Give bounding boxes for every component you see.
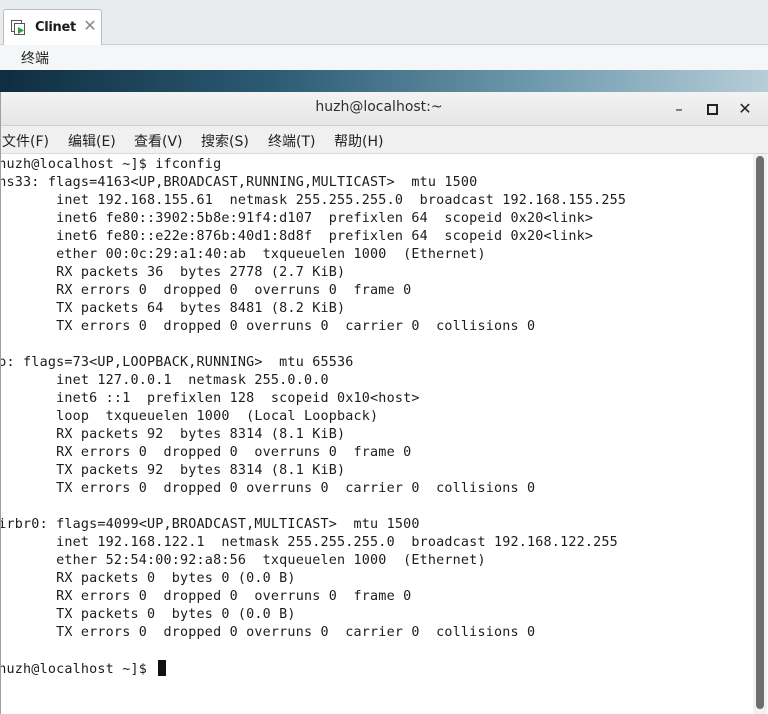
menu-view[interactable]: 查看(V)	[134, 131, 183, 151]
terminal-line: inet 192.168.155.61 netmask 255.255.255.…	[1, 193, 627, 208]
terminal-output[interactable]: [huzh@localhost ~]$ ifconfig ens33: flags…	[1, 154, 753, 714]
menu-file[interactable]: 文件(F)	[2, 131, 49, 151]
terminal-line: ether 00:0c:29:a1:40:ab txqueuelen 1000 …	[1, 247, 486, 262]
desktop-background	[0, 70, 768, 92]
terminal-line: inet 127.0.0.1 netmask 255.0.0.0	[1, 373, 329, 388]
terminal-menu-bar: 文件(F) 编辑(E) 查看(V) 搜索(S) 终端(T) 帮助(H)	[1, 126, 768, 154]
scrollbar-thumb[interactable]	[756, 156, 764, 709]
menu-edit[interactable]: 编辑(E)	[68, 131, 116, 151]
terminal-line: inet6 ::1 prefixlen 128 scopeid 0x10<hos…	[1, 391, 420, 406]
close-icon[interactable]: ✕	[732, 96, 758, 122]
terminal-line: TX packets 64 bytes 8481 (8.2 KiB)	[1, 301, 346, 316]
vertical-scrollbar[interactable]	[753, 154, 767, 714]
terminal-line: TX packets 92 bytes 8314 (8.1 KiB)	[1, 463, 346, 478]
terminal-line: virbr0: flags=4099<UP,BROADCAST,MULTICAS…	[1, 517, 420, 532]
menu-help[interactable]: 帮助(H)	[334, 131, 383, 151]
terminal-line: RX packets 0 bytes 0 (0.0 B)	[1, 571, 296, 586]
terminal-line: RX errors 0 dropped 0 overruns 0 frame 0	[1, 589, 412, 604]
terminal-line: ether 52:54:00:92:a8:56 txqueuelen 1000 …	[1, 553, 486, 568]
terminal-line: ens33: flags=4163<UP,BROADCAST,RUNNING,M…	[1, 175, 478, 190]
terminal-line: TX errors 0 dropped 0 overruns 0 carrier…	[1, 319, 536, 334]
tab-close-icon[interactable]: ✕	[81, 16, 99, 36]
terminal-line: RX errors 0 dropped 0 overruns 0 frame 0	[1, 283, 412, 298]
terminal-line: inet 192.168.122.1 netmask 255.255.255.0…	[1, 535, 618, 550]
terminal-app-icon	[11, 20, 27, 36]
menu-terminal-t[interactable]: 终端(T)	[268, 131, 315, 151]
menu-terminal[interactable]: 终端	[21, 48, 49, 68]
terminal-line: RX errors 0 dropped 0 overruns 0 frame 0	[1, 445, 412, 460]
outer-tab-bar: Clinet ✕	[0, 0, 768, 45]
terminal-line: TX errors 0 dropped 0 overruns 0 carrier…	[1, 625, 536, 640]
tab-label: Clinet	[35, 20, 76, 35]
terminal-line: inet6 fe80::3902:5b8e:91f4:d107 prefixle…	[1, 211, 594, 226]
terminal-line: TX packets 0 bytes 0 (0.0 B)	[1, 607, 296, 622]
terminal-line: TX errors 0 dropped 0 overruns 0 carrier…	[1, 481, 536, 496]
block-cursor	[158, 660, 167, 676]
terminal-line: RX packets 36 bytes 2778 (2.7 KiB)	[1, 265, 346, 280]
terminal-line: [huzh@localhost ~]$	[1, 660, 167, 678]
terminal-line: loop txqueuelen 1000 (Local Loopback)	[1, 409, 379, 424]
maximize-icon[interactable]	[699, 96, 725, 122]
window-title: huzh@localhost:~	[315, 99, 443, 115]
terminal-window: huzh@localhost:~ – ✕ 文件(F) 编辑(E) 查看(V) 搜…	[0, 92, 768, 714]
terminal-line: [huzh@localhost ~]$ ifconfig	[1, 157, 222, 172]
terminal-line: inet6 fe80::e22e:876b:40d1:8d8f prefixle…	[1, 229, 594, 244]
minimize-icon[interactable]: –	[666, 96, 692, 122]
menu-search[interactable]: 搜索(S)	[201, 131, 249, 151]
terminal-line: RX packets 92 bytes 8314 (8.1 KiB)	[1, 427, 346, 442]
window-titlebar[interactable]: huzh@localhost:~ – ✕	[1, 92, 768, 126]
tab-clinet[interactable]: Clinet ✕	[3, 9, 102, 45]
terminal-line: lo: flags=73<UP,LOOPBACK,RUNNING> mtu 65…	[1, 355, 354, 370]
outer-menu-bar: 终端	[0, 45, 768, 70]
